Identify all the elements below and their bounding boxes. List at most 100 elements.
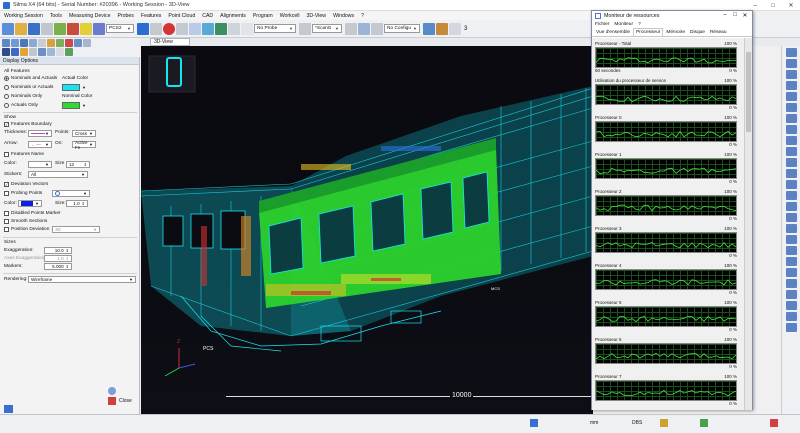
zoom-icon[interactable]	[38, 39, 46, 47]
target-icon[interactable]	[228, 22, 240, 35]
feature-circle-icon[interactable]	[786, 81, 797, 90]
step-icon[interactable]	[176, 22, 188, 35]
rotate-icon[interactable]	[56, 39, 64, 47]
tool-icon[interactable]	[371, 22, 383, 35]
side-view-icon[interactable]	[29, 39, 37, 47]
feature-symmetry-icon[interactable]	[786, 246, 797, 255]
resmon-menu-file[interactable]: Fichier	[595, 22, 609, 27]
scanner-icon[interactable]	[215, 22, 227, 35]
grid-icon[interactable]	[189, 22, 201, 35]
tab-network[interactable]: Réseau	[708, 29, 729, 36]
color-map-icon[interactable]	[65, 48, 73, 56]
close-icon[interactable]: ✕	[782, 0, 800, 11]
3d-viewport[interactable]: Z PCS MCS	[141, 46, 593, 414]
disabled-points-marker-checkbox[interactable]: Disabled Points Marker	[4, 211, 61, 216]
feature-edge-icon[interactable]	[786, 191, 797, 200]
feature-projection-icon[interactable]	[786, 257, 797, 266]
rendering-select[interactable]: Wireframe ▼	[28, 276, 136, 283]
feature-gap-icon[interactable]	[786, 202, 797, 211]
smooth-sections-checkbox[interactable]: Smooth Sections	[4, 219, 47, 224]
scan-settings-icon[interactable]	[345, 22, 357, 35]
resmon-menu-monitor[interactable]: Moniteur	[614, 22, 633, 27]
menu-measuring-device[interactable]: Measuring Device	[69, 13, 111, 19]
menu-tools[interactable]: Tools	[50, 13, 62, 19]
features-name-checkbox[interactable]: Features Name	[4, 152, 44, 157]
pause-icon[interactable]	[150, 22, 162, 35]
pan-icon[interactable]	[47, 39, 55, 47]
feature-torus-icon[interactable]	[786, 158, 797, 167]
actual-color-swatch[interactable]: ▼	[62, 84, 86, 91]
maximize-icon[interactable]: □	[730, 12, 740, 19]
probing-points-shape-select[interactable]: ▼	[52, 190, 90, 197]
config-combo[interactable]: No Configu ▼	[384, 24, 420, 33]
cube-view-icon[interactable]	[2, 39, 10, 47]
nominal-color-swatch[interactable]: ▼	[62, 102, 86, 109]
record-icon[interactable]	[163, 22, 175, 35]
close-button[interactable]: Close	[108, 397, 132, 405]
tab-processor[interactable]: Processeur	[633, 28, 664, 36]
probe-settings-icon[interactable]	[299, 22, 311, 35]
feature-construct-icon[interactable]	[786, 279, 797, 288]
sensor-icon[interactable]	[358, 22, 370, 35]
report-icon[interactable]	[56, 48, 64, 56]
features-boundary-checkbox[interactable]: Features Boundary	[4, 122, 52, 127]
minimize-icon[interactable]: –	[720, 12, 730, 19]
size-input[interactable]: 12 ⇕	[66, 161, 90, 168]
new-icon[interactable]	[2, 22, 14, 35]
color-select[interactable]: ▼	[28, 161, 52, 168]
menu-help[interactable]: ?	[361, 13, 364, 19]
feature-slot-icon[interactable]	[786, 125, 797, 134]
filter-icon[interactable]	[20, 48, 28, 56]
exaggeration-input[interactable]: 10.0 ⇕	[44, 247, 72, 254]
menu-windows[interactable]: Windows	[333, 13, 354, 19]
cloud-icon[interactable]	[241, 22, 253, 35]
fit-icon[interactable]	[65, 39, 73, 47]
feature-angle-icon[interactable]	[786, 235, 797, 244]
on-select[interactable]: Active Fe ▼	[72, 140, 96, 150]
radio-nominals-or-actuals[interactable]: Nominals or Actuals	[4, 85, 53, 90]
play-icon[interactable]	[137, 22, 149, 35]
menu-probes[interactable]: Probes	[117, 13, 133, 19]
alignment-icon[interactable]	[80, 22, 92, 35]
menu-3d-view[interactable]: 3D-View	[307, 13, 327, 19]
light-icon[interactable]	[83, 39, 91, 47]
radio-actuals-only[interactable]: Actuals Only	[4, 103, 38, 108]
points-select[interactable]: Cross ▼	[72, 130, 96, 137]
feature-sphere-icon[interactable]	[786, 92, 797, 101]
front-view-icon[interactable]	[11, 39, 19, 47]
size2-input[interactable]: 1.0 ⇕	[66, 200, 88, 207]
camera-icon[interactable]	[47, 48, 55, 56]
feature-curve-icon[interactable]	[786, 169, 797, 178]
select-icon[interactable]	[11, 48, 19, 56]
feature-intersection-icon[interactable]	[786, 268, 797, 277]
menu-alignments[interactable]: Alignments	[220, 13, 246, 19]
tab-memory[interactable]: Mémoire	[664, 29, 687, 36]
open-icon[interactable]	[15, 22, 27, 35]
stickers-select[interactable]: All ▼	[28, 171, 88, 178]
feature-more-icon[interactable]	[786, 301, 797, 310]
thickness-select[interactable]: ▼	[28, 130, 52, 137]
device-icon[interactable]	[54, 22, 66, 35]
section-icon[interactable]	[74, 39, 82, 47]
feature-extra-icon[interactable]	[786, 312, 797, 321]
feature-line-icon[interactable]	[786, 59, 797, 68]
menu-workcell[interactable]: Workcell	[280, 13, 300, 19]
box-icon[interactable]	[436, 22, 448, 35]
scroll-thumb[interactable]	[746, 52, 751, 132]
menu-point-cloud[interactable]: Point Cloud	[168, 13, 195, 19]
export-icon[interactable]	[449, 22, 461, 35]
status-tool-icon[interactable]	[660, 419, 668, 427]
probing-points-checkbox[interactable]: Probing Points	[4, 191, 42, 196]
feature-cone-icon[interactable]	[786, 114, 797, 123]
feature-offset-icon[interactable]	[786, 290, 797, 299]
tab-overview[interactable]: Vue d'ensemble	[594, 29, 632, 36]
feature-cylinder-icon[interactable]	[786, 103, 797, 112]
maximize-icon[interactable]: □	[764, 0, 782, 11]
print-icon[interactable]	[41, 22, 53, 35]
hide-icon[interactable]	[29, 48, 37, 56]
arrow-select[interactable]: ←— ▼	[28, 141, 52, 148]
top-view-icon[interactable]	[20, 39, 28, 47]
status-icon[interactable]	[530, 419, 538, 427]
menu-cad[interactable]: CAD	[202, 13, 213, 19]
probe-combo[interactable]: No Probe ▼	[254, 24, 296, 33]
